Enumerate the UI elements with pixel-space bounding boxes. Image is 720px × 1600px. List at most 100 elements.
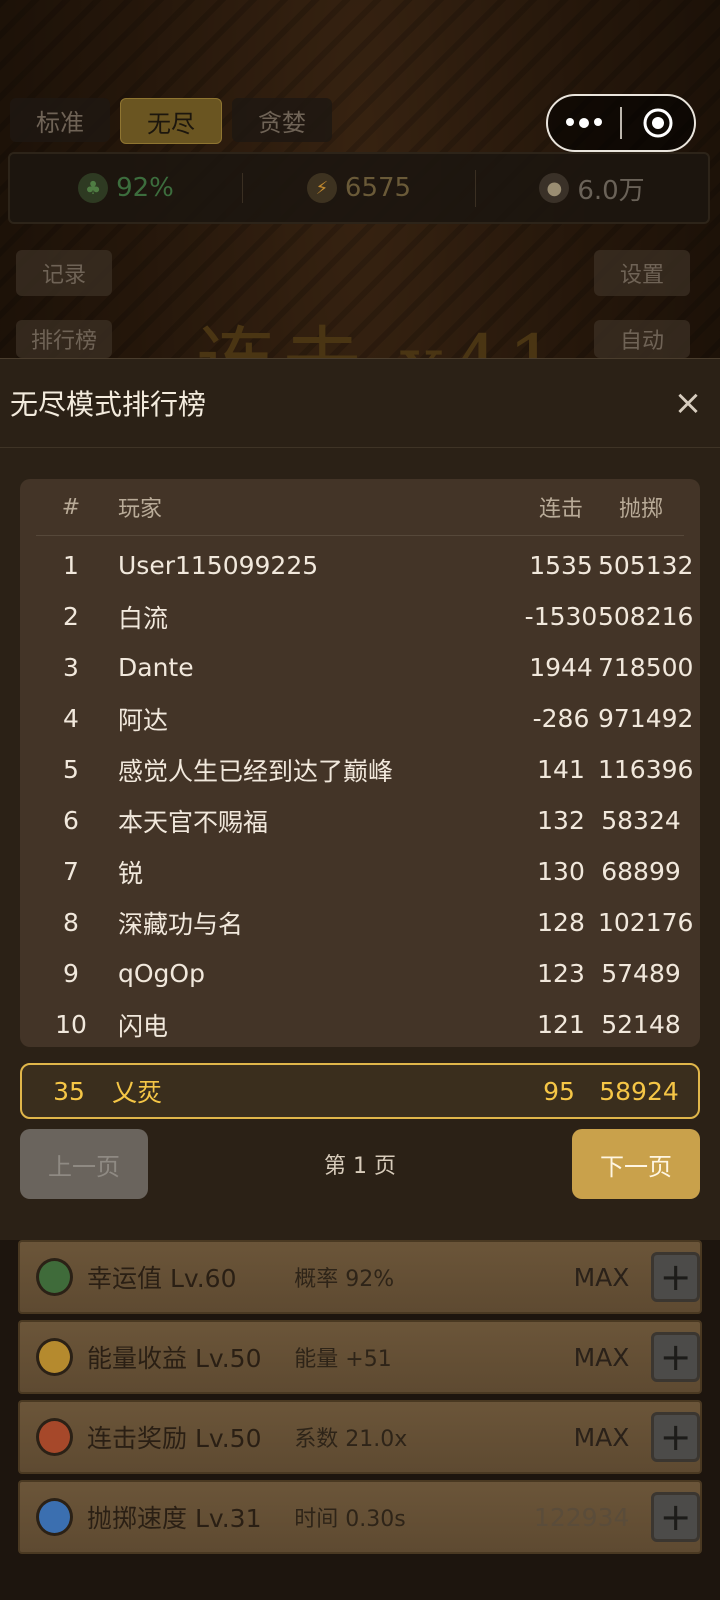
- upgrade-desc: 时间 0.30s: [294, 1507, 406, 1532]
- tab-greedy[interactable]: 贪婪: [232, 98, 332, 142]
- table-row: 10 闪电 121 52148: [36, 999, 684, 1050]
- table-row: 2 白流 -1530 508216: [36, 591, 693, 642]
- combo-cell: 1535: [529, 551, 593, 580]
- more-dot-icon: [594, 118, 602, 126]
- player-cell: 感觉人生已经到达了巅峰: [118, 756, 394, 786]
- throw-cell: 68899: [601, 857, 681, 886]
- leaderboard-modal: 无尽模式排行榜 × # 玩家 连击 抛掷 1 User115099225 1535 5…: [0, 358, 720, 1241]
- tab-endless[interactable]: 无尽: [120, 98, 222, 144]
- throw-cell: 57489: [601, 959, 681, 988]
- leaderboard-button[interactable]: 排行榜: [16, 320, 112, 358]
- luck-value: 92%: [116, 173, 174, 203]
- combo-cell: -1530: [524, 602, 598, 631]
- more-menu-button[interactable]: [548, 118, 620, 128]
- throw-cell: 505132: [598, 551, 694, 580]
- coin-bag-icon: ●: [539, 173, 570, 203]
- player-cell: 本天官不赐福: [118, 807, 269, 837]
- upgrade-name: 连击奖励 Lv.50: [87, 1424, 262, 1453]
- luck-stat: ♣ 92%: [10, 173, 242, 203]
- record-button[interactable]: 记录: [16, 250, 112, 296]
- table-row: 3 Dante 1944 718500: [36, 642, 694, 693]
- mode-tabs: 标准 无尽 贪婪: [10, 98, 332, 144]
- upgrade-name: 抛掷速度 Lv.31: [87, 1504, 262, 1533]
- plus-icon[interactable]: +: [651, 1332, 700, 1382]
- upgrade-status: MAX: [573, 1422, 630, 1452]
- close-miniprogram-button[interactable]: [622, 106, 694, 140]
- upgrade-desc: 系数 21.0x: [294, 1427, 408, 1452]
- my-combo: 95: [543, 1076, 575, 1106]
- energy-value: 6575: [344, 173, 412, 203]
- rank-cell: 8: [63, 908, 79, 937]
- throw-cell: 971492: [598, 704, 694, 733]
- combo-cell: 121: [537, 1010, 585, 1039]
- clover-icon: ♣: [78, 173, 109, 203]
- combo-cell: 132: [537, 806, 585, 835]
- table-row: 7 锐 130 68899: [36, 846, 684, 897]
- upgrade-energy: 能量收益 Lv.50 能量 +51 MAX +: [18, 1320, 702, 1394]
- header-throw: 抛掷: [618, 497, 663, 522]
- rank-cell: 4: [63, 704, 79, 733]
- combo-icon: [36, 1418, 73, 1456]
- speed-icon: [36, 1498, 73, 1536]
- rank-cell: 2: [63, 602, 79, 631]
- throw-cell: 102176: [598, 908, 694, 937]
- plus-icon[interactable]: +: [651, 1252, 700, 1302]
- stats-bar: ♣ 92% ⚡ 6575 ● 6.0万: [8, 152, 710, 224]
- header-player: 玩家: [118, 497, 163, 522]
- upgrade-list: 幸运值 Lv.60 概率 92% MAX + 能量收益 Lv.50 能量 +51…: [0, 1240, 720, 1600]
- modal-header: 无尽模式排行榜 ×: [0, 359, 720, 448]
- player-cell: 深藏功与名: [118, 909, 244, 939]
- money-stat: ● 6.0万: [475, 169, 708, 207]
- player-cell: Dante: [118, 653, 194, 682]
- combo-cell: 141: [537, 755, 585, 784]
- throw-cell: 718500: [598, 653, 694, 682]
- modal-title: 无尽模式排行榜: [10, 388, 207, 421]
- prev-page-button[interactable]: 上一页: [20, 1129, 148, 1199]
- upgrade-luck: 幸运值 Lv.60 概率 92% MAX +: [18, 1240, 702, 1314]
- table-row: 9 qOgOp 123 57489: [36, 948, 684, 999]
- rank-cell: 7: [63, 857, 79, 886]
- upgrade-status: MAX: [573, 1342, 630, 1372]
- my-name: 乂烎: [112, 1078, 163, 1107]
- upgrade-status: MAX: [573, 1262, 630, 1292]
- combo-cell: 123: [537, 959, 585, 988]
- upgrade-speed: 抛掷速度 Lv.31 时间 0.30s 122934 +: [18, 1480, 702, 1554]
- miniprogram-capsule: [546, 94, 696, 152]
- rank-cell: 1: [63, 551, 79, 580]
- table-row: 4 阿达 -286 971492: [36, 693, 694, 744]
- rank-cell: 5: [63, 755, 79, 784]
- table-row: 5 感觉人生已经到达了巅峰 141 116396: [36, 744, 693, 795]
- throw-cell: 52148: [601, 1010, 681, 1039]
- target-icon: [643, 108, 673, 138]
- upgrade-name: 能量收益 Lv.50: [87, 1344, 262, 1373]
- player-cell: 闪电: [118, 1011, 169, 1041]
- player-cell: qOgOp: [118, 959, 205, 988]
- my-rank: 35: [53, 1076, 85, 1106]
- rank-cell: 10: [55, 1010, 87, 1039]
- lightning-icon: ⚡: [306, 173, 337, 203]
- table-header: # 玩家 连击 抛掷: [36, 479, 684, 536]
- rank-cell: 6: [63, 806, 79, 835]
- plus-icon[interactable]: +: [651, 1412, 700, 1462]
- pagination: 上一页 第 1 页 下一页: [20, 1129, 700, 1199]
- combo-cell: 130: [537, 857, 585, 886]
- rank-cell: 3: [63, 653, 79, 682]
- my-rank-row: 35 乂烎 95 58924: [20, 1063, 700, 1119]
- upgrade-name: 幸运值 Lv.60: [87, 1264, 237, 1293]
- next-page-button[interactable]: 下一页: [571, 1129, 700, 1199]
- table-row: 8 深藏功与名 128 102176: [36, 897, 694, 948]
- settings-button[interactable]: 设置: [594, 250, 690, 296]
- more-dot-icon: [579, 118, 589, 128]
- page-indicator: 第 1 页: [324, 1154, 396, 1179]
- close-icon[interactable]: ×: [670, 385, 706, 421]
- upgrade-combo: 连击奖励 Lv.50 系数 21.0x MAX +: [18, 1400, 702, 1474]
- table-row: 1 User115099225 1535 505132: [36, 540, 694, 591]
- player-cell: 阿达: [118, 705, 169, 735]
- upgrade-desc: 能量 +51: [294, 1347, 392, 1372]
- tab-standard[interactable]: 标准: [10, 98, 110, 142]
- auto-button[interactable]: 自动: [594, 320, 690, 358]
- table-row: 6 本天官不赐福 132 58324: [36, 795, 684, 846]
- energy-stat: ⚡ 6575: [242, 173, 475, 203]
- plus-icon[interactable]: +: [651, 1492, 700, 1542]
- clover-icon: [36, 1258, 73, 1296]
